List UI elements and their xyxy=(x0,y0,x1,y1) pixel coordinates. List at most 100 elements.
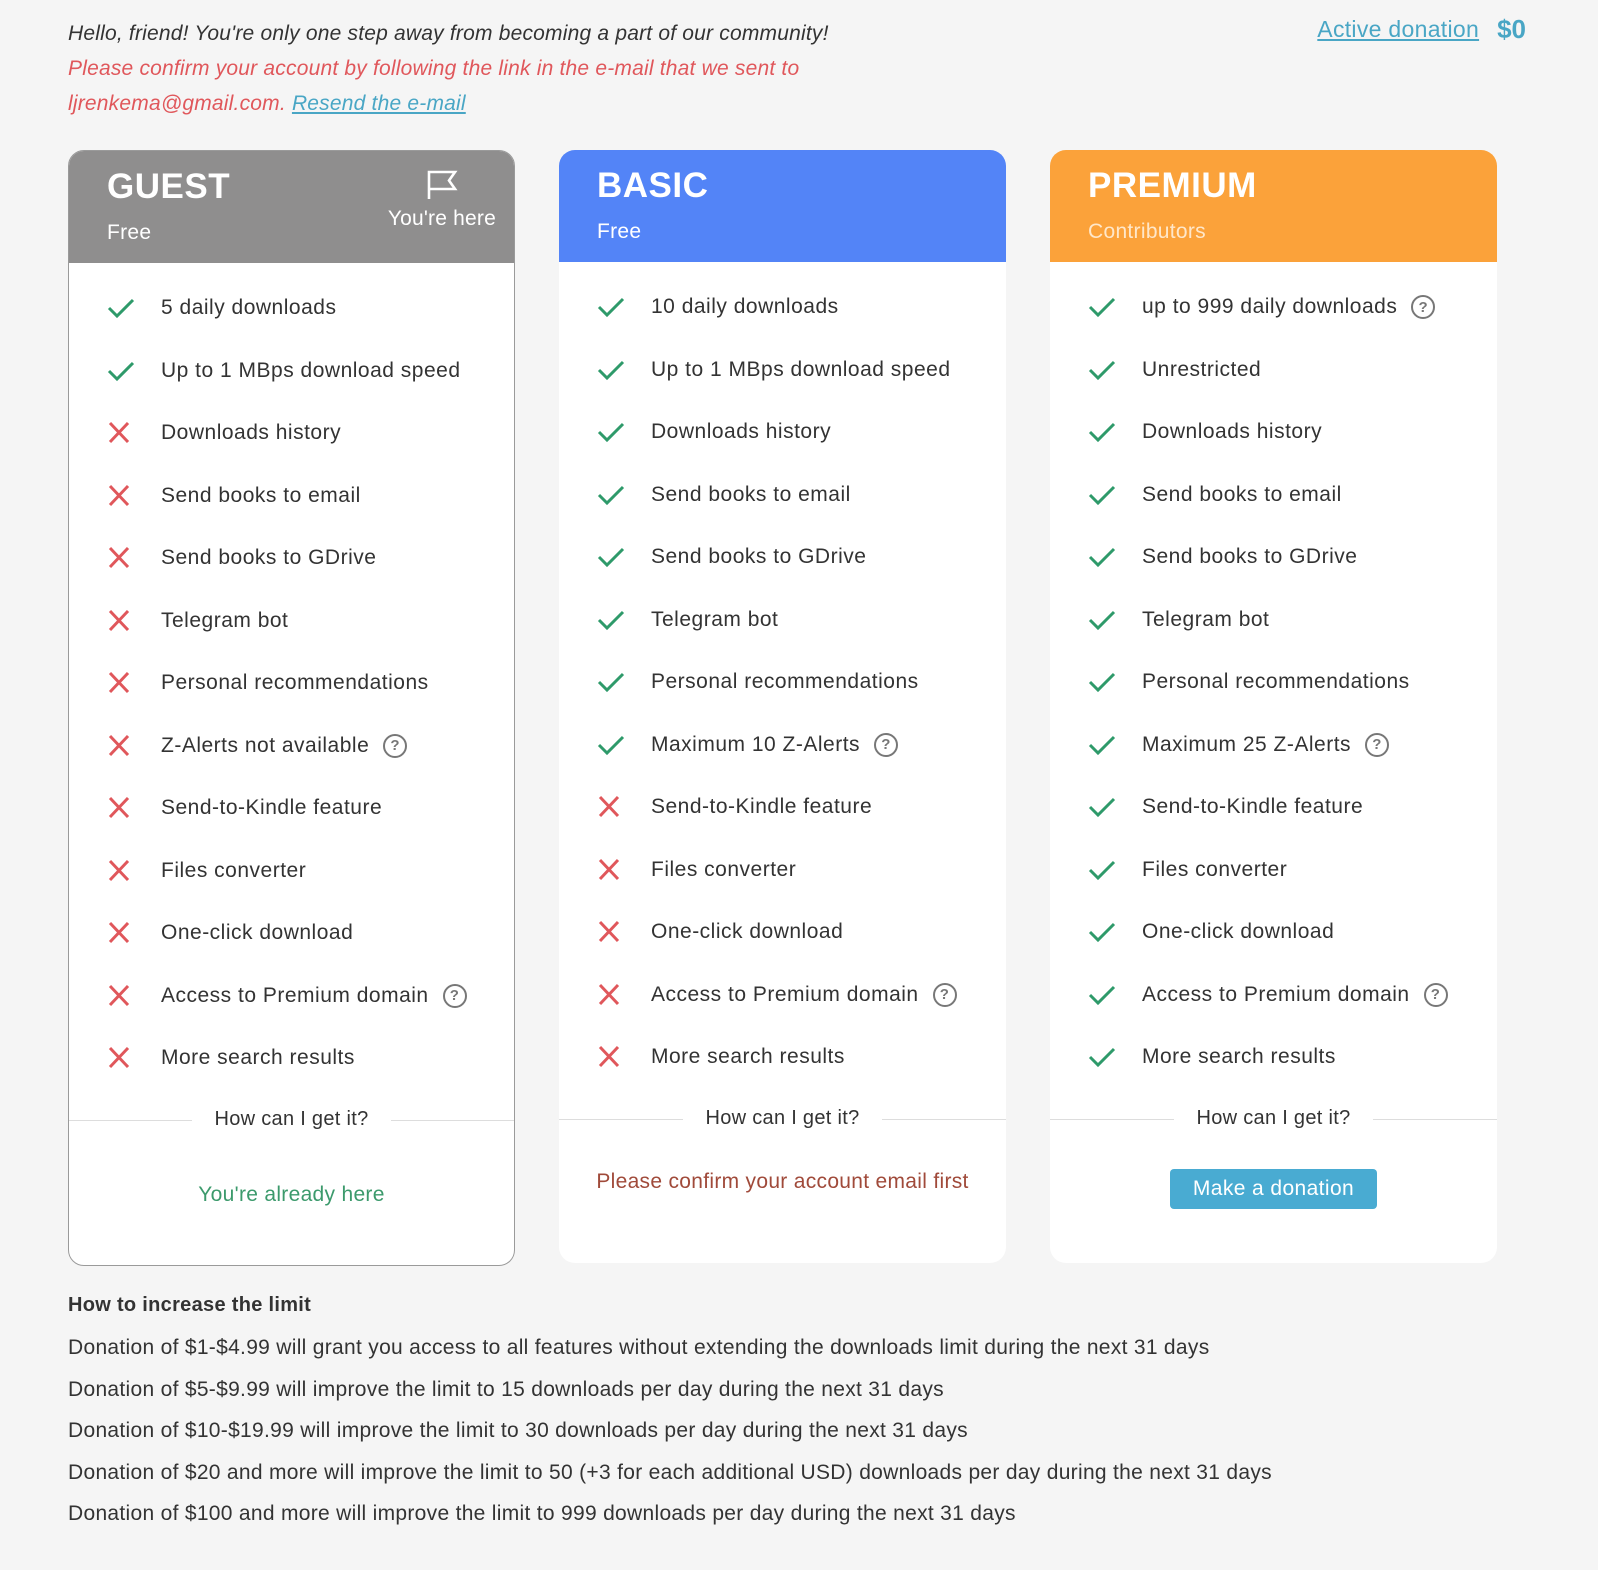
account-notice: Hello, friend! You're only one step away… xyxy=(68,16,968,121)
cross-icon xyxy=(107,484,161,508)
feature-item: More search results xyxy=(1088,1026,1497,1089)
feature-item: Send books to GDrive xyxy=(107,527,514,590)
check-icon xyxy=(1088,608,1142,632)
feature-item: Maximum 10 Z-Alerts? xyxy=(597,714,1006,777)
feature-label: Personal recommendations xyxy=(1142,670,1410,694)
feature-label: 10 daily downloads xyxy=(651,295,839,319)
feature-label: Files converter xyxy=(161,858,307,882)
feature-label: One-click download xyxy=(651,920,844,944)
check-icon xyxy=(597,420,651,444)
check-icon xyxy=(597,733,651,757)
plan-header-premium: PREMIUM Contributors xyxy=(1050,150,1497,262)
feature-item: Send books to GDrive xyxy=(597,526,1006,589)
feature-item: Send books to email xyxy=(1088,464,1497,527)
confirm-email-notice: Please confirm your account email first xyxy=(596,1169,969,1193)
feature-label: Up to 1 MBps download speed xyxy=(161,358,461,382)
check-icon xyxy=(107,296,161,320)
make-donation-button[interactable]: Make a donation xyxy=(1169,1168,1378,1209)
check-icon xyxy=(1088,545,1142,569)
feature-item: Send books to GDrive xyxy=(1088,526,1497,589)
cross-icon xyxy=(107,421,161,445)
feature-label: Send books to GDrive xyxy=(1142,545,1358,569)
feature-item: Personal recommendations xyxy=(107,652,514,715)
check-icon xyxy=(597,483,651,507)
feature-item: One-click download xyxy=(107,902,514,965)
how-to-get-divider: How can I get it? xyxy=(1050,1099,1497,1139)
help-icon[interactable]: ? xyxy=(874,732,899,757)
check-icon xyxy=(1088,295,1142,319)
feature-item: Files converter xyxy=(107,840,514,903)
cross-icon xyxy=(107,609,161,633)
cross-icon xyxy=(107,921,161,945)
check-icon xyxy=(1088,670,1142,694)
flag-icon xyxy=(427,170,458,199)
already-here-text: You're already here xyxy=(198,1182,385,1206)
increase-limit-section: How to increase the limit Donation of $1… xyxy=(68,1294,1272,1535)
cross-icon xyxy=(597,920,651,944)
feature-item: Telegram bot xyxy=(107,590,514,653)
help-icon[interactable]: ? xyxy=(1365,732,1390,757)
feature-label: Unrestricted xyxy=(1142,357,1262,381)
cross-icon xyxy=(597,858,651,882)
feature-item: Personal recommendations xyxy=(1088,651,1497,714)
feature-label: Send books to GDrive xyxy=(161,546,377,570)
feature-item: Up to 1 MBps download speed xyxy=(597,339,1006,402)
plan-header-guest: GUEST Free You're here xyxy=(69,151,514,263)
donation-status: Active donation $0 xyxy=(1317,14,1526,45)
feature-item: Downloads history xyxy=(107,402,514,465)
plan-subtitle: Contributors xyxy=(1088,220,1206,243)
feature-item: Access to Premium domain? xyxy=(107,965,514,1028)
cross-icon xyxy=(107,984,161,1008)
how-to-get-label: How can I get it? xyxy=(1174,1107,1373,1130)
active-donation-amount: $0 xyxy=(1497,14,1526,44)
feature-label: Downloads history xyxy=(651,420,832,444)
feature-label: Send books to email xyxy=(651,482,851,506)
active-donation-link[interactable]: Active donation xyxy=(1317,16,1479,43)
feature-item: Z-Alerts not available? xyxy=(107,715,514,778)
help-icon[interactable]: ? xyxy=(442,983,467,1008)
help-icon[interactable]: ? xyxy=(932,982,957,1007)
feature-label: Telegram bot xyxy=(161,608,289,632)
feature-item: Send-to-Kindle feature xyxy=(1088,776,1497,839)
check-icon xyxy=(1088,1045,1142,1069)
feature-label: Maximum 25 Z-Alerts xyxy=(1142,732,1352,756)
current-plan-indicator: You're here xyxy=(388,169,496,231)
feature-label: Send books to email xyxy=(1142,482,1342,506)
feature-label: Maximum 10 Z-Alerts xyxy=(651,732,861,756)
help-icon[interactable]: ? xyxy=(1423,982,1448,1007)
plan-card-guest: GUEST Free You're here 5 daily downloads… xyxy=(68,150,515,1266)
cross-icon xyxy=(107,1046,161,1070)
feature-label: One-click download xyxy=(1142,920,1335,944)
limit-line: Donation of $5-$9.99 will improve the li… xyxy=(68,1377,944,1401)
feature-label: More search results xyxy=(651,1045,845,1069)
feature-label: Send-to-Kindle feature xyxy=(1142,795,1364,819)
feature-item: Files converter xyxy=(1088,839,1497,902)
feature-item: 5 daily downloads xyxy=(107,277,514,340)
check-icon xyxy=(1088,420,1142,444)
check-icon xyxy=(1088,733,1142,757)
feature-item: Send-to-Kindle feature xyxy=(597,776,1006,839)
feature-label: Downloads history xyxy=(1142,420,1323,444)
limit-line: Donation of $1-$4.99 will grant you acce… xyxy=(68,1336,1210,1359)
check-icon xyxy=(107,359,161,383)
plan-header-basic: BASIC Free xyxy=(559,150,1006,262)
feature-label: Up to 1 MBps download speed xyxy=(651,357,951,381)
feature-label: 5 daily downloads xyxy=(161,296,337,320)
feature-item: Maximum 25 Z-Alerts? xyxy=(1088,714,1497,777)
feature-item: Telegram bot xyxy=(597,589,1006,652)
feature-label: Telegram bot xyxy=(651,607,779,631)
check-icon xyxy=(1088,483,1142,507)
check-icon xyxy=(597,608,651,632)
help-icon[interactable]: ? xyxy=(1411,295,1436,320)
feature-item: Access to Premium domain? xyxy=(597,964,1006,1027)
limit-line: Donation of $10-$19.99 will improve the … xyxy=(68,1419,968,1442)
help-icon[interactable]: ? xyxy=(383,733,408,758)
how-to-get-label: How can I get it? xyxy=(192,1108,391,1131)
feature-label: Personal recommendations xyxy=(651,670,919,694)
cross-icon xyxy=(107,859,161,883)
feature-item: Personal recommendations xyxy=(597,651,1006,714)
feature-label: More search results xyxy=(161,1046,355,1070)
feature-label: up to 999 daily downloads xyxy=(1142,295,1398,319)
resend-email-link[interactable]: Resend the e-mail xyxy=(292,92,466,115)
feature-label: Telegram bot xyxy=(1142,607,1270,631)
